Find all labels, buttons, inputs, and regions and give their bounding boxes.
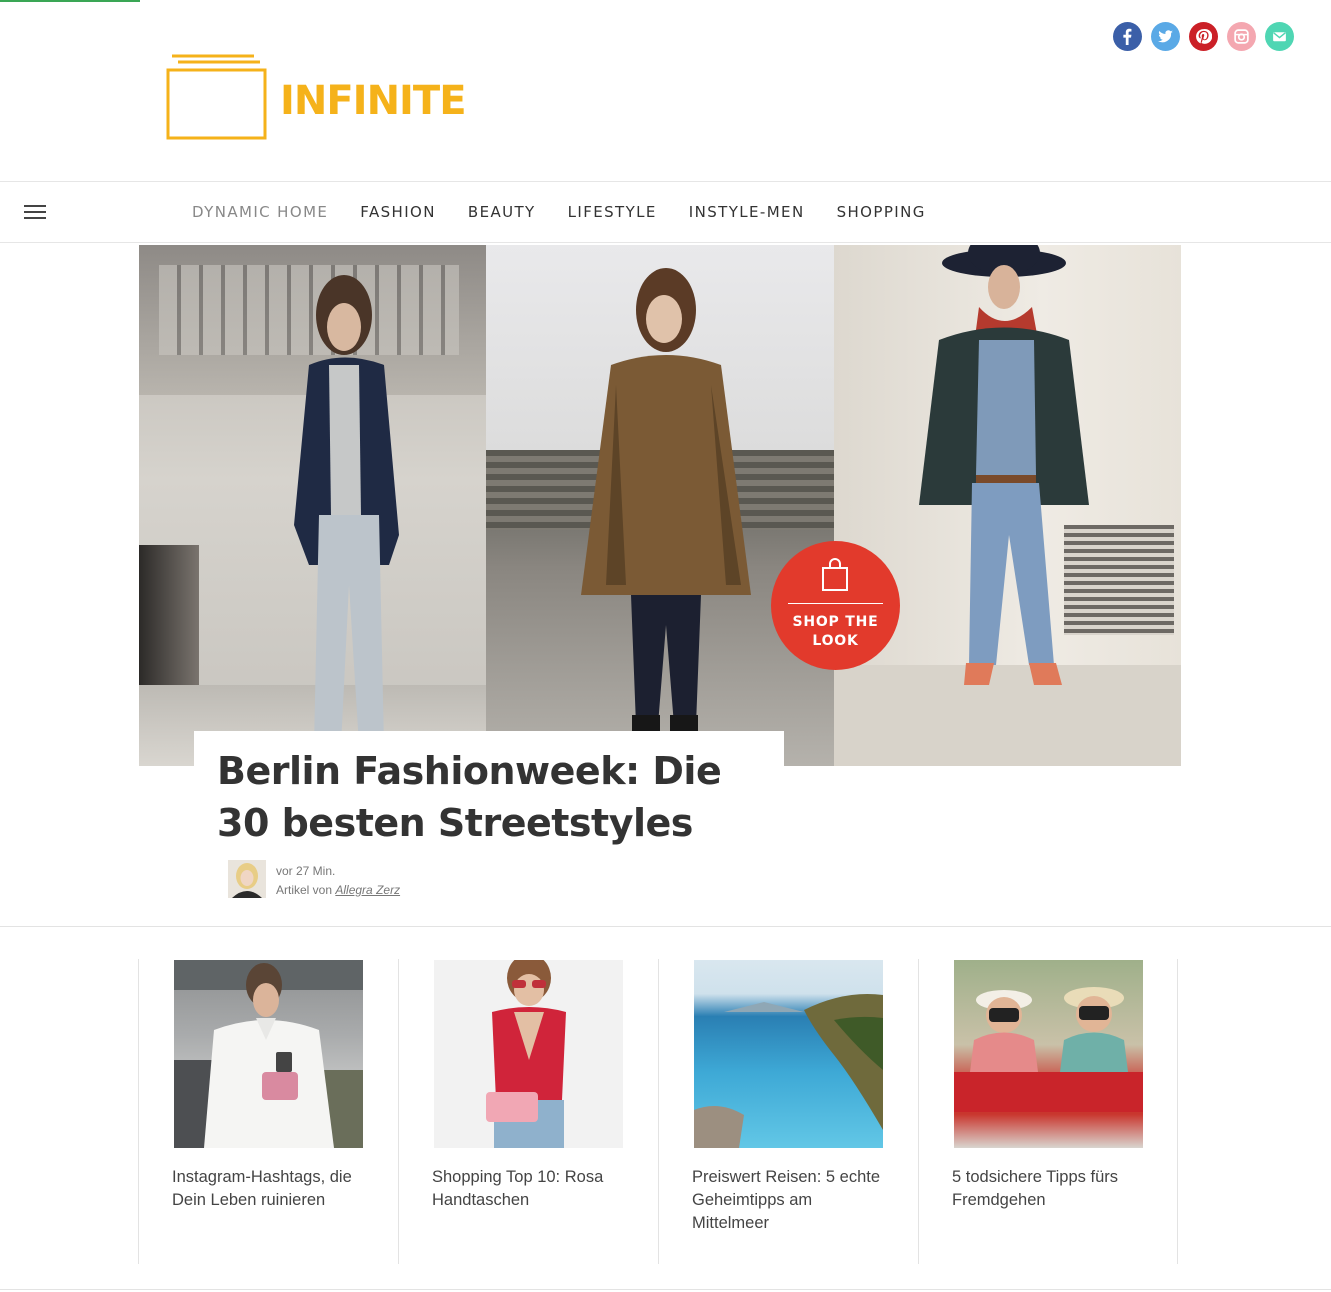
teaser-title[interactable]: 5 todsichere Tipps fürs Fremdgehen	[952, 1166, 1152, 1212]
article-author-line: Artikel von Allegra Zerz	[276, 881, 400, 900]
avatar[interactable]	[228, 860, 266, 898]
teaser-image[interactable]	[694, 960, 883, 1148]
teaser-image[interactable]	[434, 960, 623, 1148]
teaser-title[interactable]: Shopping Top 10: Rosa Handtaschen	[432, 1166, 632, 1212]
article-headline[interactable]: Berlin Fashionweek: Die 30 besten Street…	[217, 745, 777, 849]
section-divider	[0, 926, 1331, 927]
pinterest-icon[interactable]	[1189, 22, 1218, 51]
teaser-title[interactable]: Instagram-Hashtags, die Dein Leben ruini…	[172, 1166, 372, 1212]
nav-items: DYNAMIC HOME FASHION BEAUTY LIFESTYLE IN…	[192, 182, 958, 242]
facebook-icon[interactable]	[1113, 22, 1142, 51]
brand-name[interactable]: INFINITE	[280, 78, 467, 124]
shop-the-look-button[interactable]: SHOP THE LOOK	[771, 541, 900, 670]
nav-item-dynamic-home[interactable]: DYNAMIC HOME	[192, 203, 328, 221]
author-prefix: Artikel von	[276, 883, 333, 897]
author-link[interactable]: Allegra Zerz	[335, 883, 400, 897]
menu-icon[interactable]	[24, 205, 46, 221]
footer-divider	[0, 1289, 1331, 1290]
badge-divider	[788, 603, 883, 604]
nav-item-beauty[interactable]: BEAUTY	[468, 203, 536, 221]
teaser-image[interactable]	[174, 960, 363, 1148]
hero-image[interactable]	[139, 245, 1181, 766]
email-icon[interactable]	[1265, 22, 1294, 51]
social-links	[1113, 22, 1294, 51]
teaser-image[interactable]	[954, 960, 1143, 1148]
shop-the-look-label: SHOP THE LOOK	[771, 613, 900, 651]
nav-item-fashion[interactable]: FASHION	[360, 203, 436, 221]
nav-item-lifestyle[interactable]: LIFESTYLE	[568, 203, 657, 221]
teaser-title[interactable]: Preiswert Reisen: 5 echte Geheimtipps am…	[692, 1166, 892, 1235]
main-navigation: DYNAMIC HOME FASHION BEAUTY LIFESTYLE IN…	[0, 181, 1331, 243]
hero-photo-left	[139, 245, 486, 766]
article-time: vor 27 Min.	[276, 864, 336, 878]
teaser-card[interactable]: 5 todsichere Tipps fürs Fremdgehen	[918, 959, 1178, 1264]
nav-item-shopping[interactable]: SHOPPING	[837, 203, 926, 221]
teaser-card[interactable]: Instagram-Hashtags, die Dein Leben ruini…	[138, 959, 398, 1264]
page-load-progress	[0, 0, 140, 2]
teaser-card[interactable]: Shopping Top 10: Rosa Handtaschen	[398, 959, 658, 1264]
twitter-icon[interactable]	[1151, 22, 1180, 51]
badge-line-1: SHOP THE	[792, 614, 879, 630]
hero-photo-right	[834, 245, 1181, 766]
teaser-card[interactable]: Preiswert Reisen: 5 echte Geheimtipps am…	[658, 959, 918, 1264]
instagram-icon[interactable]	[1227, 22, 1256, 51]
nav-item-instyle-men[interactable]: INSTYLE-MEN	[689, 203, 805, 221]
article-meta: vor 27 Min. Artikel von Allegra Zerz	[276, 862, 400, 900]
hero-photo-middle	[486, 245, 834, 766]
shopping-bag-icon	[822, 558, 848, 591]
article-teasers: Instagram-Hashtags, die Dein Leben ruini…	[138, 959, 1181, 1264]
headline-box: Berlin Fashionweek: Die 30 besten Street…	[194, 731, 784, 851]
badge-line-2: LOOK	[812, 633, 859, 649]
